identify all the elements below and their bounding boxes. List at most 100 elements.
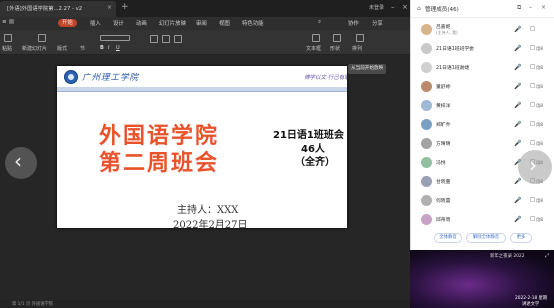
camera-icon[interactable]: □: [530, 216, 535, 222]
tab-design[interactable]: 设计: [113, 19, 124, 27]
status-bar: 第 1/1 页 外国语学院: [0, 300, 410, 308]
expand-video-icon[interactable]: ⤢: [545, 253, 549, 259]
new-slide-button[interactable]: 新建幻灯片: [22, 45, 47, 52]
menu-icon[interactable]: ≡: [2, 19, 7, 25]
camera-icon[interactable]: □: [530, 83, 535, 89]
camera-label: 用8: [536, 65, 543, 70]
camera-icon[interactable]: □: [530, 121, 535, 127]
paste-icon[interactable]: [4, 34, 12, 42]
tab-home[interactable]: 开始: [58, 19, 77, 27]
arrange-button[interactable]: 排列: [352, 45, 362, 52]
textbox-button[interactable]: 文本框: [306, 45, 321, 52]
avatar: [421, 195, 432, 206]
lock-icon[interactable]: ⌂: [417, 5, 421, 12]
align-center-icon[interactable]: [162, 35, 170, 43]
font-box[interactable]: [100, 35, 130, 41]
camera-icon[interactable]: □: [530, 140, 535, 146]
tab-insert[interactable]: 插入: [90, 19, 101, 27]
camera-icon[interactable]: □: [530, 45, 535, 51]
member-row[interactable]: 何晓蕾 🎤 □ 用8: [411, 193, 554, 208]
microphone-icon[interactable]: 🎤: [514, 140, 521, 147]
presentation-app: [外语]外国语学院第...2.27 - v2 × + 未登录 – × ≡ ▤ 开…: [0, 0, 410, 308]
collab-button[interactable]: 协作: [348, 19, 359, 27]
textbox-icon[interactable]: [312, 34, 320, 42]
previous-slide-button[interactable]: ‹: [5, 147, 37, 179]
member-role: (主持人, 我): [436, 30, 458, 35]
avatar: [421, 157, 432, 168]
close-window-icon[interactable]: ×: [402, 3, 408, 11]
member-name: 吕嘉妮: [436, 25, 451, 30]
camera-icon[interactable]: □: [530, 26, 535, 32]
member-row[interactable]: 21日语1班谢婕 🎤 □ 用8: [411, 60, 554, 75]
layout-button[interactable]: 版式: [57, 45, 67, 52]
member-row[interactable]: 吕嘉妮 (主持人, 我) 🎤 □: [411, 22, 554, 37]
attendance-status: （全齐）: [295, 157, 335, 168]
play-from-current-tip[interactable]: 从当前开始放映: [348, 64, 387, 74]
file-menu-icon[interactable]: ▤: [9, 19, 14, 25]
italic-icon[interactable]: I: [108, 45, 109, 51]
document-tab[interactable]: [外语]外国语学院第...2.27 - v2 ×: [0, 1, 116, 17]
close-tab-icon[interactable]: ×: [107, 4, 112, 11]
tab-features[interactable]: 特色功能: [242, 19, 264, 27]
microphone-icon[interactable]: 🎤: [514, 121, 521, 128]
tab-animation[interactable]: 动画: [136, 19, 147, 27]
new-tab-icon[interactable]: +: [121, 2, 129, 12]
search-icon[interactable]: ⌕: [318, 19, 321, 26]
arrange-icon[interactable]: [356, 34, 364, 42]
camera-icon[interactable]: □: [530, 102, 535, 108]
mute-all-button[interactable]: 全体静音: [434, 233, 462, 243]
shape-button[interactable]: 形状: [330, 45, 340, 52]
ribbon-toolbar: 粘贴 新建幻灯片 版式 节 B I U 文本框 形状 排列: [0, 30, 410, 55]
microphone-icon[interactable]: 🎤: [514, 178, 521, 185]
tab-view[interactable]: 视图: [219, 19, 230, 27]
member-row[interactable]: 黄梓洋 🎤 □ 用8: [411, 98, 554, 113]
underline-icon[interactable]: U: [116, 45, 120, 51]
microphone-icon[interactable]: 🎤: [514, 216, 521, 223]
microphone-icon[interactable]: 🎤: [514, 197, 521, 204]
close-panel-icon[interactable]: ×: [541, 4, 546, 11]
member-name: 冯悦: [436, 161, 446, 166]
shape-icon[interactable]: [333, 34, 341, 42]
new-slide-icon[interactable]: [38, 34, 46, 42]
avatar: [421, 62, 432, 73]
minimize-panel-icon[interactable]: –: [529, 4, 532, 11]
align-right-icon[interactable]: [174, 35, 182, 43]
unmute-all-button[interactable]: 解除全体静音: [466, 233, 506, 243]
tab-review[interactable]: 审阅: [196, 19, 207, 27]
member-row[interactable]: 21日语1班班学委 🎤 □ 用8: [411, 41, 554, 56]
current-slide[interactable]: 广州理工学院 博学以文 行己有耻 外国语学院 第二周班会 21日语1班班会 46…: [57, 66, 347, 228]
align-left-icon[interactable]: [150, 35, 158, 43]
section-button[interactable]: 节: [80, 45, 85, 52]
member-row[interactable]: 郑旷乔 🎤 □ 用8: [411, 117, 554, 132]
bold-icon[interactable]: B: [100, 45, 104, 51]
member-name: 黄梓洋: [436, 104, 451, 109]
camera-icon[interactable]: □: [530, 64, 535, 70]
member-row[interactable]: 方晴晴 🎤 □ 用8: [411, 136, 554, 151]
member-row[interactable]: 董舒婷 🎤 □ 用8: [411, 79, 554, 94]
login-label[interactable]: 未登录: [369, 4, 384, 11]
share-button[interactable]: 分享: [372, 19, 383, 27]
more-button[interactable]: 更多: [510, 233, 532, 243]
popout-icon[interactable]: ⧉: [517, 4, 521, 12]
video-tag: 新年之夜录 2022: [490, 254, 525, 259]
microphone-icon[interactable]: 🎤: [514, 83, 521, 90]
video-preview[interactable]: 新年之夜录 2022 ⤢ 2022-2-18 星期 讲述文学: [410, 250, 554, 308]
school-name: 广州理工学院: [82, 73, 140, 83]
microphone-icon[interactable]: 🎤: [514, 64, 521, 71]
avatar: [421, 119, 432, 130]
microphone-icon[interactable]: 🎤: [514, 26, 521, 33]
avatar: [421, 214, 432, 225]
avatar: [421, 138, 432, 149]
paste-button[interactable]: 粘贴: [2, 45, 12, 52]
meeting-date: 2022年2月27日: [173, 220, 248, 228]
tab-slideshow[interactable]: 幻灯片放映: [159, 19, 186, 27]
panel-header: ⌂ 管理成员(46) ⧉ – ×: [411, 0, 554, 18]
microphone-icon[interactable]: 🎤: [514, 102, 521, 109]
member-row[interactable]: 邱蒂周 🎤 □ 用8: [411, 212, 554, 227]
avatar: [421, 176, 432, 187]
school-logo-icon: [64, 70, 78, 84]
camera-icon[interactable]: □: [530, 197, 535, 203]
microphone-icon[interactable]: 🎤: [514, 45, 521, 52]
minimize-icon[interactable]: –: [391, 3, 395, 11]
next-slide-button[interactable]: ›: [518, 150, 552, 184]
